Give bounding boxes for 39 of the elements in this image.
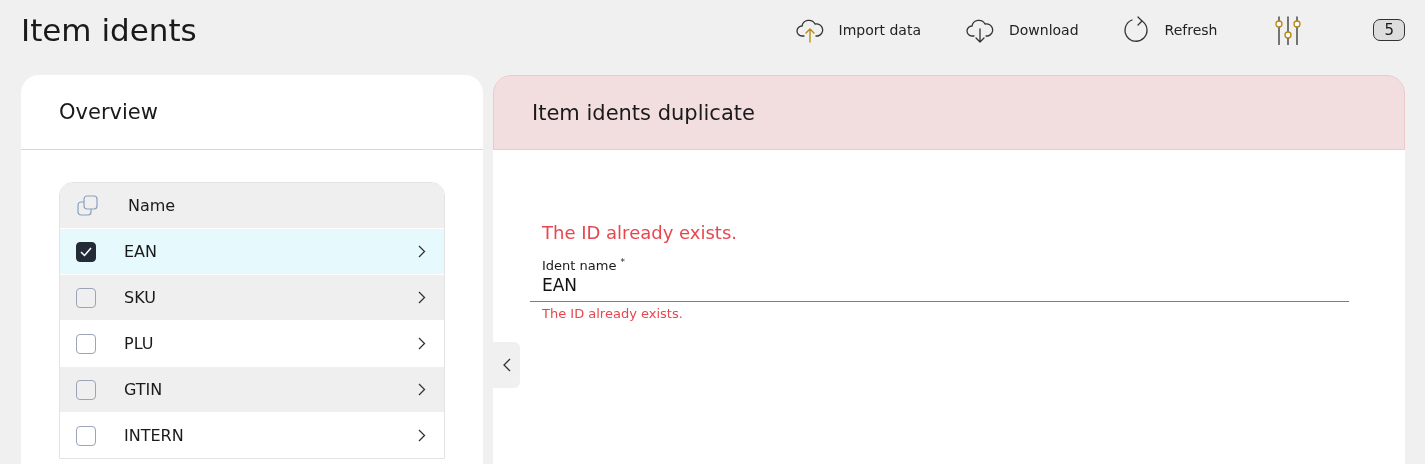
refresh-icon [1122,15,1151,45]
input-field[interactable]: EAN [530,273,1349,303]
checkbox[interactable] [76,287,96,308]
checkbox[interactable] [76,425,96,446]
filters-button[interactable] [1273,15,1304,45]
card-title: Overview [21,75,483,150]
row-name: SKU [124,288,157,307]
field-error: The ID already exists. [542,306,684,322]
column-header: Name [128,196,177,215]
row-name: EAN [124,242,159,261]
chevron-right-icon [418,337,426,350]
row-name: GTIN [124,380,164,399]
chevron-left-icon [502,358,511,372]
chevron-right-icon [418,429,426,442]
chevron-right-icon [418,383,426,396]
card-title: Item idents duplicate [493,75,1405,150]
count-badge: 5 [1373,19,1405,41]
list-row[interactable]: SKU [60,274,444,320]
toolbar-button[interactable]: Refresh [1122,15,1218,45]
toolbar-button[interactable]: Download [965,17,1079,43]
toolbar-button[interactable]: Import data [794,17,921,43]
chevron-right-icon [418,245,426,258]
chevron-right-icon [418,291,426,304]
checkbox[interactable] [76,241,96,262]
collapse-button[interactable] [493,342,520,388]
cloud-upload-icon [794,17,825,43]
list-row[interactable]: EAN [60,228,444,274]
row-name: PLU [124,334,155,353]
list-row[interactable]: GTIN [60,366,444,412]
checkbox[interactable] [76,333,96,354]
checkbox[interactable] [76,379,96,400]
error-message: The ID already exists. [542,222,738,243]
copy-icon [76,193,100,218]
sliders-icon [1273,15,1304,45]
field-label: Ident name $^{*}$ [542,257,627,274]
page-title: Item idents [21,12,198,48]
row-name: INTERN [124,426,185,445]
checkmark-icon [80,246,92,257]
cloud-download-icon [965,17,995,43]
